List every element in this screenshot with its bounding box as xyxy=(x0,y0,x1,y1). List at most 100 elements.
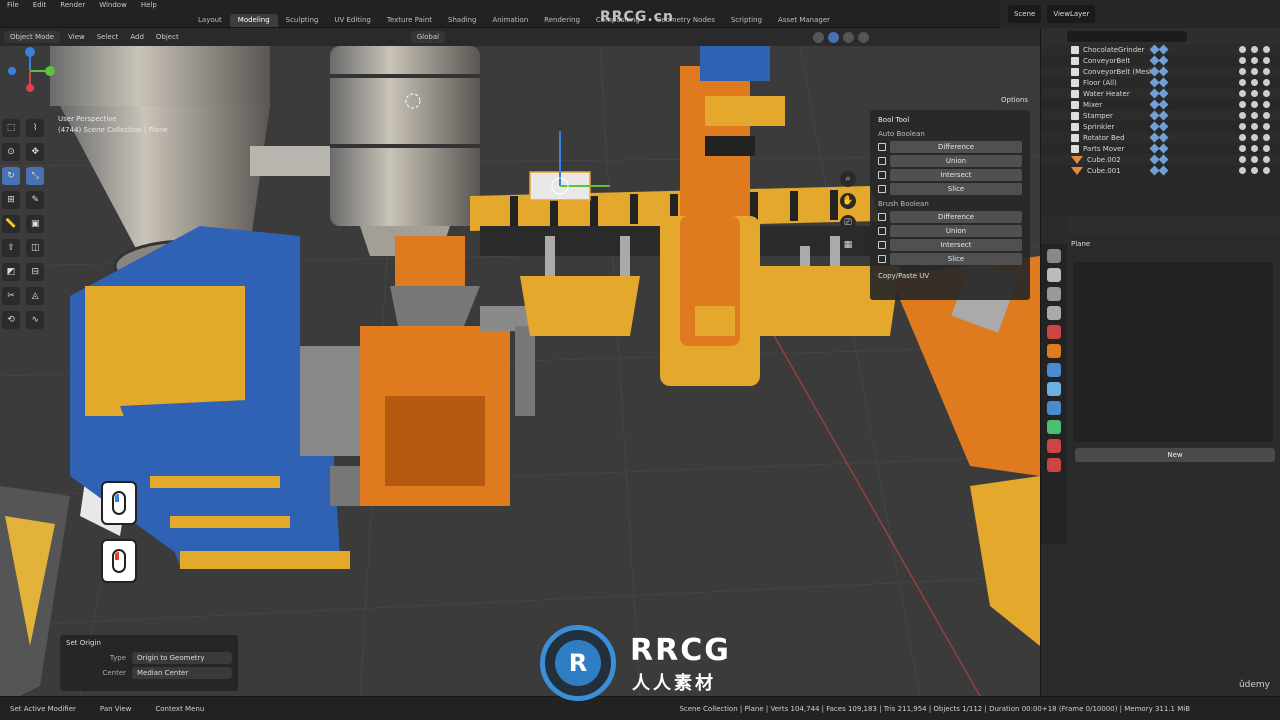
camera-icon[interactable]: ⎚ xyxy=(840,215,856,231)
texture-tab-icon[interactable] xyxy=(1047,458,1061,472)
modifier-tab-icon[interactable] xyxy=(1047,363,1061,377)
shading-solid-icon[interactable] xyxy=(828,31,840,43)
particles-tab-icon[interactable] xyxy=(1047,382,1061,396)
select-lasso-icon[interactable]: ⌇ xyxy=(26,119,45,137)
move-icon[interactable]: ✥ xyxy=(26,143,45,161)
operator-title[interactable]: Set Origin xyxy=(66,639,232,647)
3d-viewport[interactable]: ⬚ ⌇ ⊙ ✥ ↻ ⤡ ⊞ ✎ 📏 ▣ ⇧ ◫ ◩ ⊟ ✂ ◬ ⟲ ∿ User… xyxy=(0,46,1040,696)
menu-help[interactable]: Help xyxy=(134,0,164,13)
inset-icon[interactable]: ◫ xyxy=(26,239,45,257)
rotate-icon[interactable]: ↻ xyxy=(2,167,20,185)
camera-render-icon[interactable] xyxy=(1263,79,1270,86)
brush-slice-button[interactable]: Slice xyxy=(890,253,1022,265)
tab-modeling[interactable]: Modeling xyxy=(229,14,278,27)
output-tab-icon[interactable] xyxy=(1047,287,1061,301)
eye-icon[interactable] xyxy=(1251,46,1258,53)
camera-render-icon[interactable] xyxy=(1263,167,1270,174)
auto-difference-button[interactable]: Difference xyxy=(890,141,1022,153)
outliner-row[interactable]: ConveyorBelt xyxy=(1041,55,1280,66)
outliner-row[interactable]: Mixer xyxy=(1041,99,1280,110)
shading-wireframe-icon[interactable] xyxy=(813,31,825,43)
select-menu[interactable]: Select xyxy=(93,31,123,43)
tab-animation[interactable]: Animation xyxy=(484,14,536,27)
camera-render-icon[interactable] xyxy=(1263,134,1270,141)
eye-icon[interactable] xyxy=(1251,167,1258,174)
outliner-row[interactable]: Rotator Bed xyxy=(1041,132,1280,143)
tab-uv-editing[interactable]: UV Editing xyxy=(326,14,379,27)
mode-dropdown[interactable]: Object Mode xyxy=(4,31,61,43)
bool-tool-title[interactable]: Bool Tool xyxy=(874,114,1026,126)
spin-icon[interactable]: ⟲ xyxy=(2,311,20,329)
select-arrow-icon[interactable] xyxy=(1239,112,1246,119)
new-material-button[interactable]: New xyxy=(1075,448,1275,462)
knife-icon[interactable]: ✂ xyxy=(2,287,20,305)
camera-render-icon[interactable] xyxy=(1263,123,1270,130)
grid-icon[interactable]: ▦ xyxy=(840,237,856,253)
brush-union-button[interactable]: Union xyxy=(890,225,1022,237)
outliner-row[interactable]: Floor (All) xyxy=(1041,77,1280,88)
menu-window[interactable]: Window xyxy=(92,0,134,13)
eye-icon[interactable] xyxy=(1251,57,1258,64)
camera-render-icon[interactable] xyxy=(1263,68,1270,75)
tab-scripting[interactable]: Scripting xyxy=(723,14,770,27)
eye-icon[interactable] xyxy=(1251,145,1258,152)
select-box-icon[interactable]: ⬚ xyxy=(2,119,20,137)
zoom-icon[interactable]: ⌕ xyxy=(840,171,856,187)
render-tab-icon[interactable] xyxy=(1047,268,1061,282)
select-arrow-icon[interactable] xyxy=(1239,167,1246,174)
auto-intersect-button[interactable]: Intersect xyxy=(890,169,1022,181)
tab-rendering[interactable]: Rendering xyxy=(536,14,588,27)
tool-tab-icon[interactable] xyxy=(1047,249,1061,263)
select-arrow-icon[interactable] xyxy=(1239,57,1246,64)
add-cube-icon[interactable]: ▣ xyxy=(26,215,45,233)
menu-file[interactable]: File xyxy=(0,0,26,13)
eye-icon[interactable] xyxy=(1251,79,1258,86)
annotate-icon[interactable]: ✎ xyxy=(26,191,45,209)
tab-asset-manager[interactable]: Asset Manager xyxy=(770,14,838,27)
camera-render-icon[interactable] xyxy=(1263,57,1270,64)
measure-icon[interactable]: 📏 xyxy=(2,215,20,233)
eye-icon[interactable] xyxy=(1251,112,1258,119)
object-menu[interactable]: Object xyxy=(152,31,183,43)
select-arrow-icon[interactable] xyxy=(1239,145,1246,152)
pan-hand-icon[interactable]: ✋ xyxy=(840,193,856,209)
outliner-row[interactable]: Stamper xyxy=(1041,110,1280,121)
material-slot-list[interactable] xyxy=(1073,262,1273,442)
view-layer-tab-icon[interactable] xyxy=(1047,306,1061,320)
shading-rendered-icon[interactable] xyxy=(858,31,870,43)
camera-render-icon[interactable] xyxy=(1263,90,1270,97)
material-tab-icon[interactable] xyxy=(1047,439,1061,453)
eye-icon[interactable] xyxy=(1251,123,1258,130)
view-menu[interactable]: View xyxy=(64,31,89,43)
eye-icon[interactable] xyxy=(1251,68,1258,75)
copy-paste-uv-panel[interactable]: Copy/Paste UV xyxy=(874,266,1026,280)
poly-build-icon[interactable]: ◬ xyxy=(26,287,45,305)
select-arrow-icon[interactable] xyxy=(1239,46,1246,53)
select-arrow-icon[interactable] xyxy=(1239,123,1246,130)
select-arrow-icon[interactable] xyxy=(1239,68,1246,75)
tab-shading[interactable]: Shading xyxy=(440,14,484,27)
menu-edit[interactable]: Edit xyxy=(26,0,54,13)
outliner-row[interactable]: Parts Mover xyxy=(1041,143,1280,154)
outliner-row[interactable]: ConveyorBelt (Mesh) xyxy=(1041,66,1280,77)
smooth-icon[interactable]: ∿ xyxy=(26,311,45,329)
tab-layout[interactable]: Layout xyxy=(190,14,230,27)
bevel-icon[interactable]: ◩ xyxy=(2,263,20,281)
tab-texture-paint[interactable]: Texture Paint xyxy=(379,14,440,27)
outliner-row[interactable]: Sprinkler xyxy=(1041,121,1280,132)
shading-material-icon[interactable] xyxy=(843,31,855,43)
center-dropdown[interactable]: Median Center xyxy=(132,667,232,679)
menu-render[interactable]: Render xyxy=(53,0,92,13)
camera-render-icon[interactable] xyxy=(1263,46,1270,53)
outliner-row[interactable]: Water Heater xyxy=(1041,88,1280,99)
eye-icon[interactable] xyxy=(1251,101,1258,108)
camera-render-icon[interactable] xyxy=(1263,156,1270,163)
data-tab-icon[interactable] xyxy=(1047,420,1061,434)
eye-icon[interactable] xyxy=(1251,156,1258,163)
options-button[interactable]: Options xyxy=(996,94,1034,106)
scale-icon[interactable]: ⤡ xyxy=(26,167,45,185)
camera-render-icon[interactable] xyxy=(1263,145,1270,152)
axis-gizmo[interactable] xyxy=(0,46,60,96)
tab-sculpting[interactable]: Sculpting xyxy=(278,14,327,27)
object-tab-icon[interactable] xyxy=(1047,344,1061,358)
